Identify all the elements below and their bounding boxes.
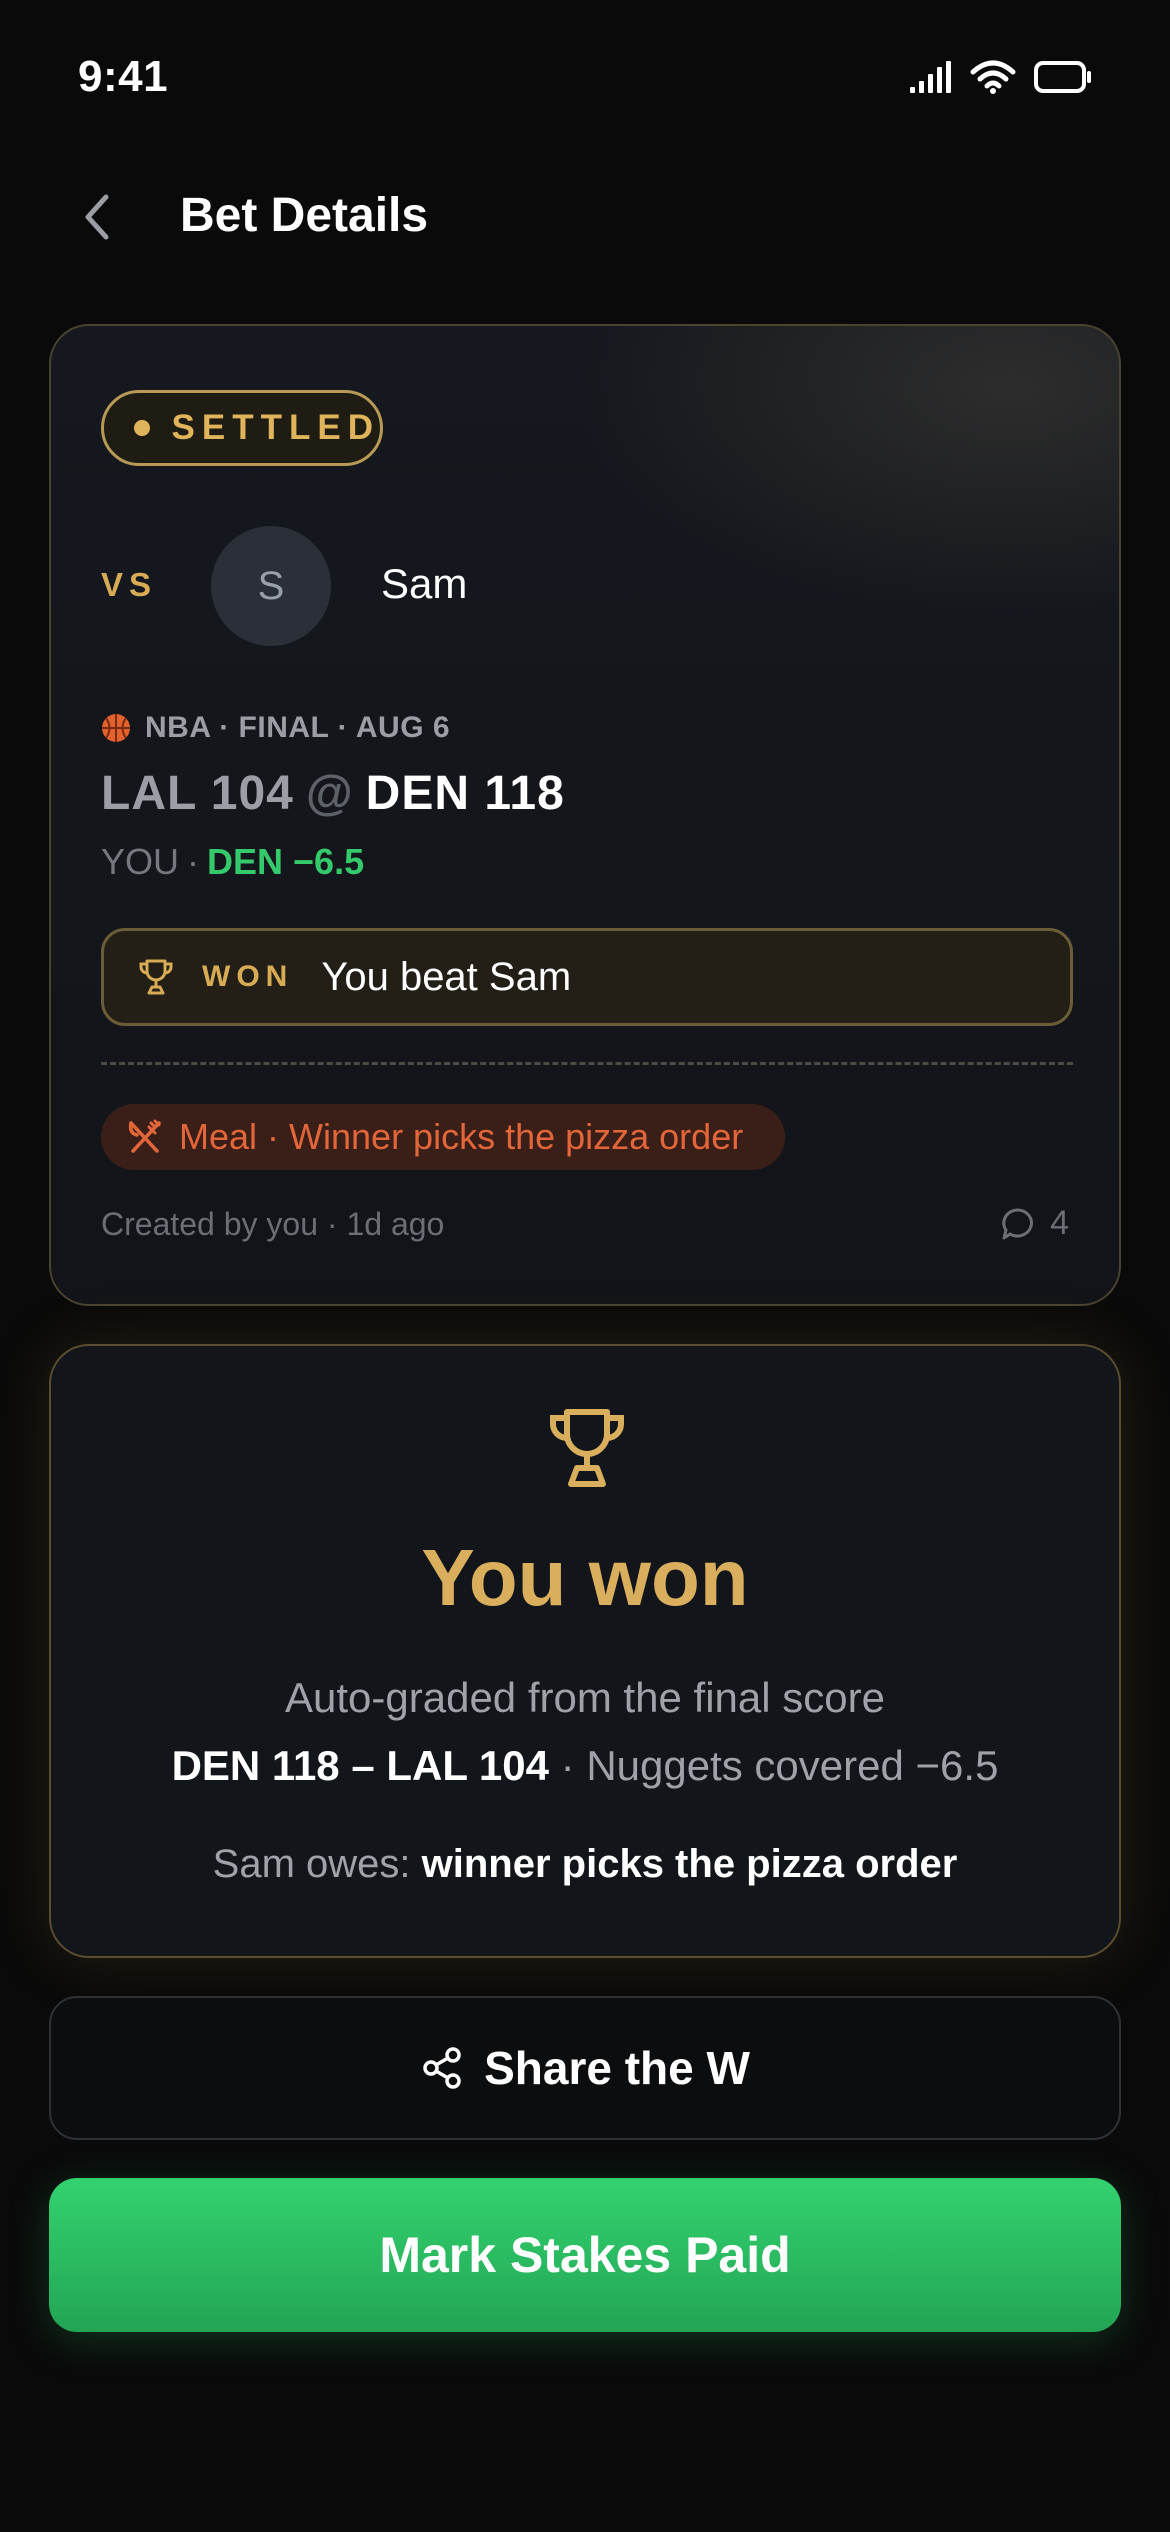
status-bar: 9:41	[0, 0, 1170, 150]
outcome-title: You won	[421, 1533, 749, 1622]
result-box: WON You beat Sam	[101, 928, 1073, 1026]
stake-text: Meal · Winner picks the pizza order	[179, 1116, 744, 1157]
status-time: 9:41	[78, 52, 169, 101]
game-meta: NBA · FINAL · AUG 6	[101, 711, 450, 745]
outcome-score-rest: · Nuggets covered −6.5	[549, 1742, 999, 1789]
wifi-icon	[970, 60, 1016, 94]
owes-value: winner picks the pizza order	[421, 1842, 958, 1886]
opponent-name[interactable]: Sam	[381, 560, 467, 608]
basketball-icon	[102, 714, 130, 742]
cellular-signal-icon	[910, 61, 951, 93]
trophy-icon	[550, 1409, 624, 1487]
bet-card: SETTLED VS S Sam NBA · FINAL · AUG 6 LAL…	[49, 324, 1121, 1306]
score-at: @	[305, 767, 354, 820]
divider	[101, 1062, 1073, 1065]
utensils-crossed-icon	[125, 1117, 165, 1157]
result-text: You beat Sam	[321, 954, 572, 999]
battery-icon	[1034, 61, 1091, 93]
pick-owner: YOU	[101, 841, 180, 882]
outcome-subtitle: Auto-graded from the final score	[285, 1674, 885, 1721]
outcome-score: DEN 118 – LAL 104 · Nuggets covered −6.5	[51, 1742, 1119, 1790]
outcome-score-bold: DEN 118 – LAL 104	[171, 1742, 549, 1789]
status-icons	[908, 60, 1092, 94]
share-button[interactable]: Share the W	[49, 1996, 1121, 2140]
comment-count: 4	[1050, 1204, 1069, 1242]
mark-stakes-paid-button[interactable]: Mark Stakes Paid	[49, 2178, 1121, 2332]
result-tag: WON	[202, 960, 294, 993]
comments-button[interactable]: 4	[1000, 1204, 1069, 1243]
status-dot	[134, 420, 150, 436]
home-score: DEN 118	[365, 767, 565, 820]
pick-line: YOU · DEN −6.5	[101, 841, 364, 883]
bet-details-screen: 9:41 Bet Details SETTLED VS S Sam NBA · …	[0, 0, 1170, 2532]
share-button-label: Share the W	[484, 2042, 750, 2094]
opponent-avatar[interactable]: S	[211, 526, 331, 646]
vs-label: VS	[101, 566, 158, 603]
pick-separator: ·	[187, 841, 200, 882]
pick-value: DEN −6.5	[207, 841, 365, 882]
page-title: Bet Details	[180, 189, 429, 242]
created-info: Created by you · 1d ago	[101, 1206, 445, 1242]
comment-icon	[1002, 1207, 1034, 1239]
stake-pill: Meal · Winner picks the pizza order	[101, 1104, 785, 1170]
game-meta-text: NBA · FINAL · AUG 6	[145, 711, 451, 744]
chevron-left-icon	[85, 194, 109, 240]
status-badge-label: SETTLED	[171, 408, 380, 447]
trophy-icon	[139, 959, 173, 995]
score-line: LAL 104 @ DEN 118	[101, 766, 565, 821]
share-icon	[423, 2047, 461, 2089]
back-button[interactable]	[62, 182, 132, 252]
outcome-owes: Sam owes: winner picks the pizza order	[51, 1842, 1119, 1887]
away-score: LAL 104	[101, 767, 294, 820]
header: Bet Details	[0, 170, 1170, 260]
owes-prefix: Sam owes:	[212, 1842, 422, 1886]
status-badge: SETTLED	[101, 390, 383, 466]
outcome-card: You won Auto-graded from the final score…	[49, 1344, 1121, 1958]
